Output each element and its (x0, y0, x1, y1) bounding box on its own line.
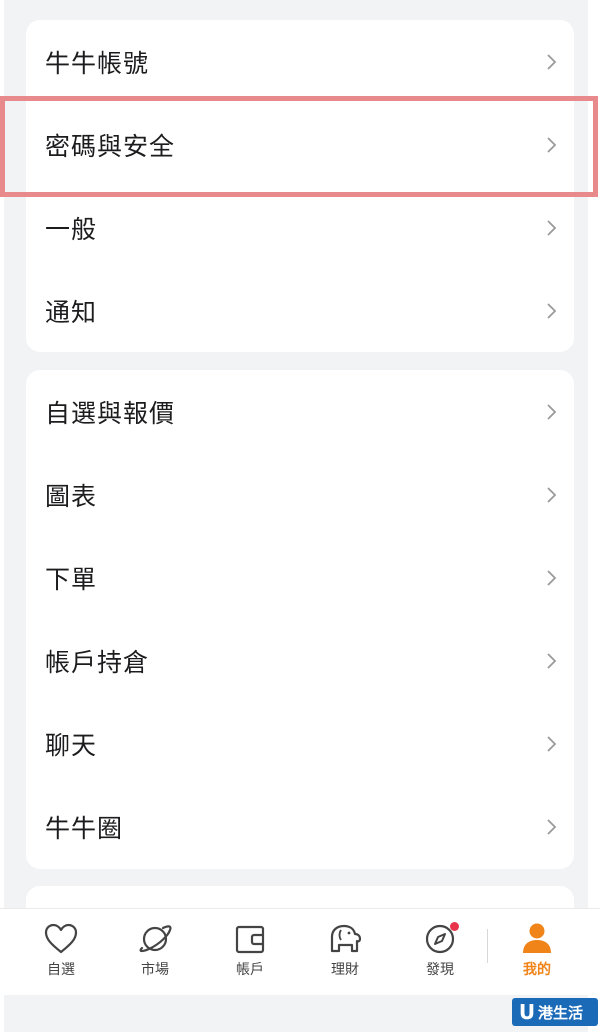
tab-watchlist[interactable]: 自選 (23, 917, 99, 987)
row-label: 牛牛帳號 (45, 48, 150, 78)
elephant-icon (330, 924, 362, 953)
tab-label: 市場 (141, 962, 169, 978)
chevron-right-icon (547, 735, 557, 752)
row-niuniu-account[interactable]: 牛牛帳號 (26, 20, 574, 103)
tab-divider (487, 929, 488, 963)
settings-group-trading: 自選與報價 圖表 下單 帳戶持倉 聊天 牛牛圈 (26, 370, 574, 869)
chevron-right-icon (547, 403, 557, 420)
tab-wealth[interactable]: 理財 (307, 917, 383, 987)
tab-discover[interactable]: 發現 (402, 917, 478, 987)
wallet-icon (235, 925, 265, 954)
row-account-positions[interactable]: 帳戶持倉 (26, 619, 574, 702)
row-order[interactable]: 下單 (26, 536, 574, 619)
row-password-security[interactable]: 密碼與安全 (26, 103, 574, 186)
tab-account[interactable]: 帳戶 (212, 917, 288, 987)
person-icon (523, 923, 551, 953)
tab-me[interactable]: 我的 (499, 917, 575, 987)
row-label: 一般 (45, 214, 98, 244)
chevron-right-icon (547, 219, 557, 236)
row-label: 聊天 (45, 730, 98, 760)
tab-label: 發現 (426, 962, 454, 978)
tab-market[interactable]: 市場 (117, 917, 193, 987)
watermark-letter: U (518, 1000, 536, 1024)
row-chat[interactable]: 聊天 (26, 702, 574, 785)
chevron-right-icon (547, 652, 557, 669)
notification-dot (450, 922, 459, 931)
row-label: 下單 (45, 564, 98, 594)
row-charts[interactable]: 圖表 (26, 453, 574, 536)
watermark-text: 港生活 (538, 1004, 584, 1022)
row-general[interactable]: 一般 (26, 186, 574, 269)
settings-group-account: 牛牛帳號 密碼與安全 一般 通知 (26, 20, 574, 352)
chevron-right-icon (547, 569, 557, 586)
planet-icon (139, 925, 172, 953)
chevron-right-icon (547, 302, 557, 319)
tab-label: 自選 (47, 962, 75, 978)
row-label: 牛牛圈 (45, 813, 124, 843)
watermark-logo: U 港生活 (512, 998, 598, 1026)
tab-label: 帳戶 (236, 962, 264, 978)
row-watchlist-quotes[interactable]: 自選與報價 (26, 370, 574, 453)
settings-screen: 牛牛帳號 密碼與安全 一般 通知 自選與報價 圖表 下單 帳戶持倉 聊天 牛牛圈 (4, 0, 588, 1032)
tab-label: 理財 (331, 962, 359, 978)
chevron-right-icon (547, 136, 557, 153)
row-label: 通知 (45, 297, 98, 327)
row-label: 密碼與安全 (45, 131, 176, 161)
heart-icon (44, 923, 78, 954)
row-niuniu-circle[interactable]: 牛牛圈 (26, 785, 574, 868)
chevron-right-icon (547, 818, 557, 835)
row-label: 圖表 (45, 481, 98, 511)
row-label: 自選與報價 (45, 398, 176, 428)
tab-label: 我的 (523, 962, 551, 978)
row-notifications[interactable]: 通知 (26, 269, 574, 352)
chevron-right-icon (547, 486, 557, 503)
bottom-tab-bar: 自選 市場 帳戶 理財 發現 我的 (0, 908, 600, 995)
row-label: 帳戶持倉 (45, 647, 150, 677)
chevron-right-icon (547, 53, 557, 70)
